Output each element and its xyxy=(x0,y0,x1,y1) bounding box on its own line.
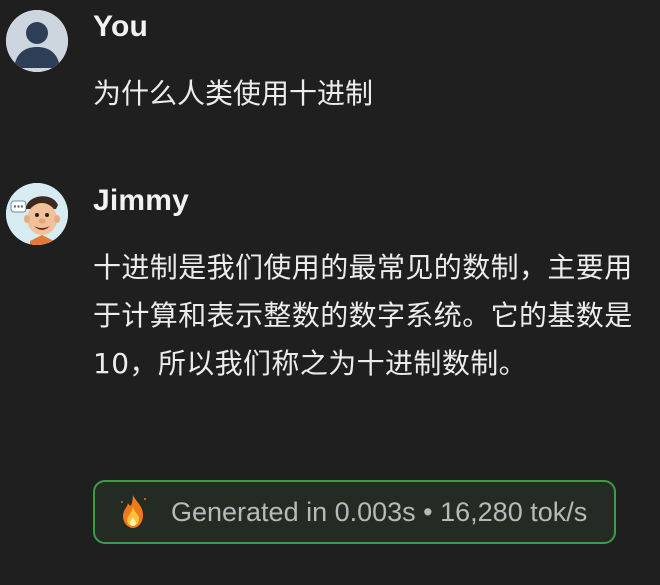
message-text: 十进制是我们使用的最常见的数制，主要用于计算和表示整数的数字系统。它的基数是10… xyxy=(93,251,633,380)
sender-name: Jimmy xyxy=(93,184,190,217)
generation-stats-badge: Generated in 0.003s • 16,280 tok/s xyxy=(93,480,616,544)
assistant-avatar[interactable] xyxy=(6,183,68,245)
generation-stats-text: Generated in 0.003s • 16,280 tok/s xyxy=(171,496,588,527)
message-text: 为什么人类使用十进制 xyxy=(93,77,374,110)
cartoon-man-avatar-icon xyxy=(6,183,68,245)
fire-icon xyxy=(121,495,146,528)
sender-name: You xyxy=(93,10,149,43)
user-silhouette-icon xyxy=(6,10,68,72)
assistant-message: Jimmy 十进制是我们使用的最常见的数制，主要用于计算和表示整数的数字系统。它… xyxy=(0,175,660,585)
user-message: You 为什么人类使用十进制 xyxy=(0,0,660,160)
user-avatar[interactable] xyxy=(6,10,68,72)
